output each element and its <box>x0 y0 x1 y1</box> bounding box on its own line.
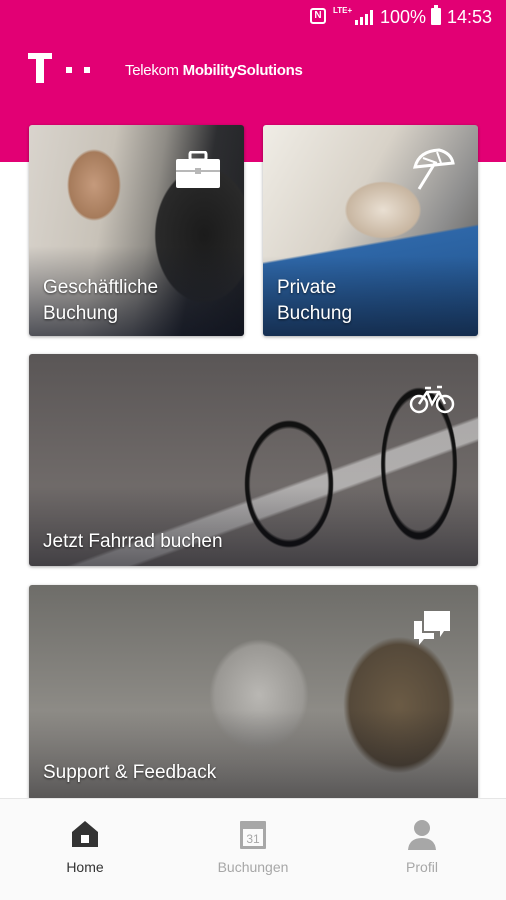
bottom-navigation: Home 31 Buchungen Profil <box>0 798 506 900</box>
signal-icon <box>355 10 373 25</box>
nav-home-label: Home <box>66 859 104 875</box>
chat-bubbles-icon <box>414 611 450 645</box>
battery-icon <box>431 5 441 25</box>
brand-light: Telekom <box>125 62 183 79</box>
person-icon <box>408 820 436 850</box>
support-feedback-tile[interactable]: Support & Feedback <box>29 585 478 800</box>
calendar-day: 31 <box>246 832 260 846</box>
bike-booking-tile[interactable]: Jetzt Fahrrad buchen <box>29 354 478 566</box>
bicycle-icon <box>409 385 455 414</box>
nav-bookings-label: Buchungen <box>217 859 289 875</box>
battery-percent: 100% <box>380 7 427 27</box>
calendar-icon: 31 <box>240 821 266 849</box>
brand-name: Telekom MobilitySolutions <box>125 62 303 79</box>
private-booking-label: Private Buchung <box>277 275 352 327</box>
business-booking-label-line2: Buchung <box>43 303 119 324</box>
home-icon <box>72 821 98 847</box>
network-type: LTE+ <box>333 6 353 15</box>
business-booking-label-line1: Geschäftliche <box>43 277 159 298</box>
nav-profile-label: Profil <box>406 859 438 875</box>
status-time: 14:53 <box>447 7 493 27</box>
nav-bookings[interactable]: 31 Buchungen <box>198 819 308 881</box>
support-feedback-label: Support & Feedback <box>43 762 217 783</box>
nav-home[interactable]: Home <box>30 819 140 881</box>
private-booking-label-line2: Buchung <box>277 303 353 324</box>
nav-profile[interactable]: Profil <box>367 819 477 881</box>
private-booking-tile[interactable]: Private Buchung <box>263 125 478 336</box>
umbrella-icon <box>413 148 455 190</box>
brand-bold: MobilitySolutions <box>182 62 303 79</box>
business-booking-tile[interactable]: Geschäftliche Buchung <box>29 125 244 336</box>
nfc-icon: N <box>310 8 326 24</box>
briefcase-icon <box>176 151 220 188</box>
status-bar: N LTE+ 100% 14:53 <box>0 0 506 34</box>
telekom-logo <box>28 53 98 83</box>
business-booking-label: Geschäftliche Buchung <box>43 275 158 327</box>
bike-booking-label: Jetzt Fahrrad buchen <box>43 531 223 552</box>
private-booking-label-line1: Private <box>277 277 337 298</box>
